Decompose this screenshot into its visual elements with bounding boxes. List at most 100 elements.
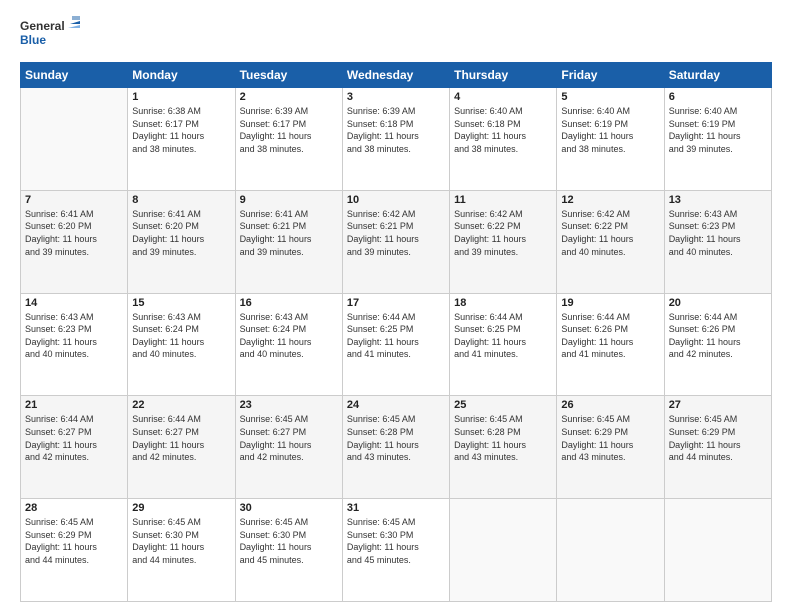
logo-svg: General Blue [20,16,80,52]
day-info-line: Daylight: 11 hours [240,130,338,143]
day-info: Sunrise: 6:43 AMSunset: 6:24 PMDaylight:… [240,311,338,361]
day-number: 15 [132,297,230,309]
day-info-line: Daylight: 11 hours [561,336,659,349]
day-info: Sunrise: 6:44 AMSunset: 6:26 PMDaylight:… [669,311,767,361]
day-info-line: Daylight: 11 hours [347,233,445,246]
calendar-week-row: 28Sunrise: 6:45 AMSunset: 6:29 PMDayligh… [21,499,772,602]
day-info-line: Sunset: 6:20 PM [25,220,123,233]
day-info-line: Sunset: 6:23 PM [669,220,767,233]
calendar-cell: 13Sunrise: 6:43 AMSunset: 6:23 PMDayligh… [664,190,771,293]
day-info-line: and 38 minutes. [454,143,552,156]
calendar-cell [557,499,664,602]
calendar-cell: 9Sunrise: 6:41 AMSunset: 6:21 PMDaylight… [235,190,342,293]
day-info-line: and 39 minutes. [132,246,230,259]
day-number: 24 [347,399,445,411]
day-number: 10 [347,194,445,206]
calendar-day-header: Friday [557,63,664,88]
day-info-line: Sunrise: 6:40 AM [561,105,659,118]
day-info-line: Daylight: 11 hours [454,130,552,143]
day-info-line: and 41 minutes. [454,348,552,361]
day-info-line: Sunrise: 6:44 AM [25,413,123,426]
day-info-line: Sunset: 6:23 PM [25,323,123,336]
day-info-line: Sunrise: 6:44 AM [454,311,552,324]
day-number: 20 [669,297,767,309]
day-info-line: and 39 minutes. [347,246,445,259]
calendar-header-row: SundayMondayTuesdayWednesdayThursdayFrid… [21,63,772,88]
calendar-cell: 25Sunrise: 6:45 AMSunset: 6:28 PMDayligh… [450,396,557,499]
calendar-cell: 26Sunrise: 6:45 AMSunset: 6:29 PMDayligh… [557,396,664,499]
day-info-line: and 42 minutes. [132,451,230,464]
day-number: 16 [240,297,338,309]
day-info-line: and 42 minutes. [25,451,123,464]
day-info-line: Daylight: 11 hours [561,233,659,246]
day-info: Sunrise: 6:40 AMSunset: 6:18 PMDaylight:… [454,105,552,155]
day-info: Sunrise: 6:45 AMSunset: 6:28 PMDaylight:… [454,413,552,463]
day-info-line: Sunset: 6:29 PM [669,426,767,439]
day-info: Sunrise: 6:44 AMSunset: 6:27 PMDaylight:… [25,413,123,463]
day-info-line: Daylight: 11 hours [132,439,230,452]
day-info-line: Daylight: 11 hours [25,541,123,554]
day-info-line: and 38 minutes. [132,143,230,156]
day-info-line: Sunset: 6:29 PM [25,529,123,542]
day-info: Sunrise: 6:45 AMSunset: 6:27 PMDaylight:… [240,413,338,463]
day-info-line: and 38 minutes. [347,143,445,156]
day-info-line: and 44 minutes. [25,554,123,567]
calendar-cell: 3Sunrise: 6:39 AMSunset: 6:18 PMDaylight… [342,88,449,191]
calendar-cell: 20 Sunrise: 6:44 AMSunset: 6:26 PMDayligh… [664,293,771,396]
day-number: 2 [240,91,338,103]
day-info: Sunrise: 6:38 AMSunset: 6:17 PMDaylight:… [132,105,230,155]
day-info-line: Sunrise: 6:43 AM [669,208,767,221]
day-info-line: Sunset: 6:29 PM [561,426,659,439]
calendar-cell: 24Sunrise: 6:45 AMSunset: 6:28 PMDayligh… [342,396,449,499]
day-info: Sunrise: 6:43 AMSunset: 6:23 PMDaylight:… [669,208,767,258]
day-info-line: Daylight: 11 hours [240,233,338,246]
day-info-line: Sunset: 6:26 PM [561,323,659,336]
day-info-line: Sunset: 6:25 PM [347,323,445,336]
calendar-cell: 27Sunrise: 6:45 AMSunset: 6:29 PMDayligh… [664,396,771,499]
day-number: 31 [347,502,445,514]
day-info-line: Daylight: 11 hours [347,541,445,554]
day-info-line: Sunset: 6:18 PM [454,118,552,131]
day-info-line: Daylight: 11 hours [347,130,445,143]
calendar-cell: 16 Sunrise: 6:43 AMSunset: 6:24 PMDayligh… [235,293,342,396]
day-info-line: Sunset: 6:30 PM [240,529,338,542]
day-info: Sunrise: 6:41 AMSunset: 6:20 PMDaylight:… [25,208,123,258]
calendar-week-row: 14Sunrise: 6:43 AMSunset: 6:23 PMDayligh… [21,293,772,396]
day-info-line: Sunset: 6:30 PM [347,529,445,542]
day-info: Sunrise: 6:40 AMSunset: 6:19 PMDaylight:… [561,105,659,155]
day-info: Sunrise: 6:45 AMSunset: 6:30 PMDaylight:… [132,516,230,566]
day-info-line: Sunrise: 6:39 AM [347,105,445,118]
day-info-line: Sunrise: 6:45 AM [347,413,445,426]
calendar-cell: 19Sunrise: 6:44 AMSunset: 6:26 PMDayligh… [557,293,664,396]
day-info-line: Sunset: 6:21 PM [347,220,445,233]
day-info-line: Sunset: 6:17 PM [132,118,230,131]
calendar-day-header: Tuesday [235,63,342,88]
day-info-line: and 41 minutes. [561,348,659,361]
day-info-line: Sunrise: 6:41 AM [240,208,338,221]
calendar-cell: 12Sunrise: 6:42 AMSunset: 6:22 PMDayligh… [557,190,664,293]
day-info-line: Sunrise: 6:42 AM [561,208,659,221]
day-number: 18 [454,297,552,309]
day-info-line: Daylight: 11 hours [240,336,338,349]
calendar-cell: 31Sunrise: 6:45 AMSunset: 6:30 PMDayligh… [342,499,449,602]
day-info: Sunrise: 6:44 AMSunset: 6:25 PMDaylight:… [347,311,445,361]
day-number: 23 [240,399,338,411]
day-info: Sunrise: 6:44 AMSunset: 6:25 PMDaylight:… [454,311,552,361]
day-number: 6 [669,91,767,103]
day-info-line: Sunset: 6:22 PM [454,220,552,233]
day-number: 26 [561,399,659,411]
day-info-line: Sunset: 6:27 PM [25,426,123,439]
day-info-line: Sunrise: 6:45 AM [25,516,123,529]
day-info-line: Sunrise: 6:45 AM [561,413,659,426]
calendar-cell: 17Sunrise: 6:44 AMSunset: 6:25 PMDayligh… [342,293,449,396]
calendar-week-row: 1Sunrise: 6:38 AMSunset: 6:17 PMDaylight… [21,88,772,191]
day-info: Sunrise: 6:42 AMSunset: 6:21 PMDaylight:… [347,208,445,258]
day-info-line: Daylight: 11 hours [132,336,230,349]
calendar-cell: 4Sunrise: 6:40 AMSunset: 6:18 PMDaylight… [450,88,557,191]
day-info-line: Sunrise: 6:43 AM [132,311,230,324]
svg-text:General: General [20,19,65,33]
day-info-line: Daylight: 11 hours [240,541,338,554]
day-info-line: Sunrise: 6:40 AM [669,105,767,118]
day-info-line: Sunrise: 6:45 AM [240,413,338,426]
day-info-line: Sunset: 6:26 PM [669,323,767,336]
